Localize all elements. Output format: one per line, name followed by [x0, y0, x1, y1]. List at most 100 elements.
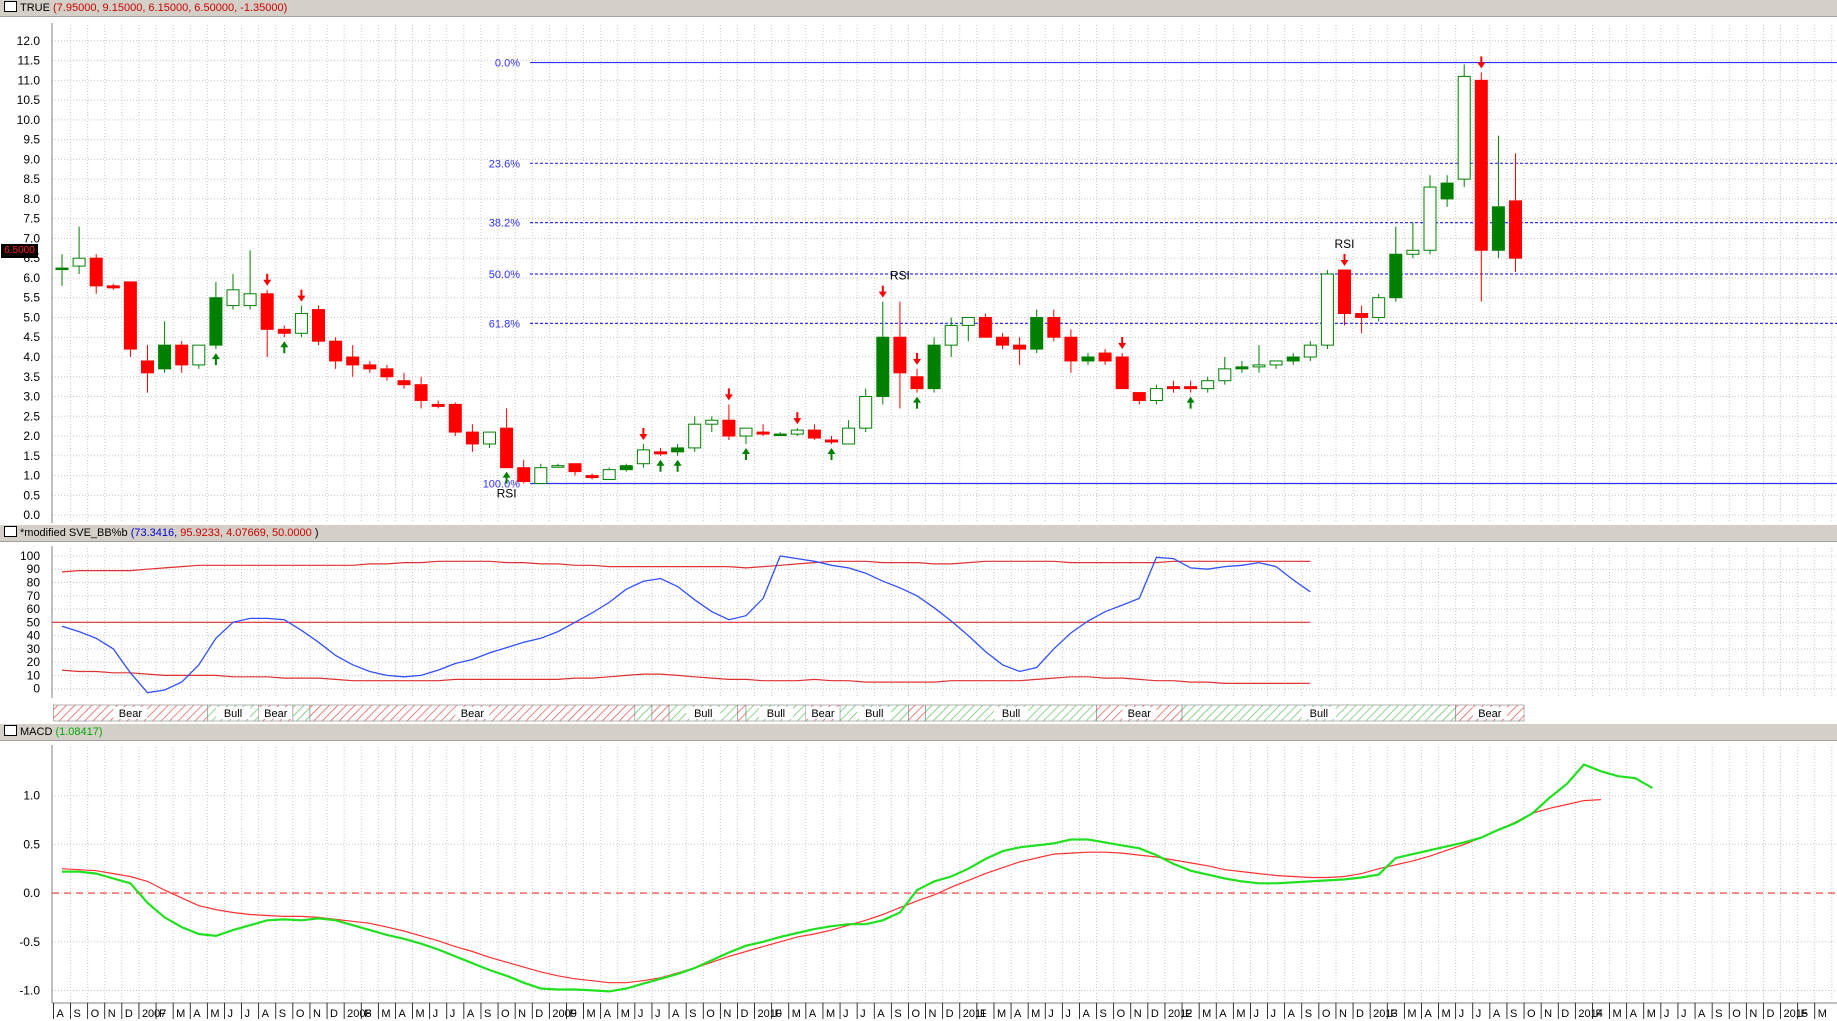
- x-tick-label: A: [604, 1008, 612, 1020]
- y-tick-label: 0.5: [23, 837, 40, 851]
- x-tick-label: A: [877, 1008, 885, 1020]
- bear-candle-body: [175, 344, 189, 366]
- down-arrow-icon: [724, 388, 733, 401]
- sve-chart[interactable]: 1009080706050403020100Bear Bull Bear Bear Bu…: [0, 542, 1837, 724]
- band-label: Bear: [264, 708, 288, 720]
- bear-candle-body: [1509, 200, 1522, 259]
- x-tick-label: J: [843, 1008, 849, 1020]
- y-tick-label: 3.5: [23, 370, 40, 384]
- price-title: TRUE: [20, 2, 50, 14]
- x-tick-label: A: [1630, 1008, 1638, 1020]
- candle: [1372, 293, 1386, 322]
- x-tick-label: J: [638, 1008, 644, 1020]
- down-arrow-icon: [793, 412, 802, 425]
- x-tick-label: J: [1048, 1008, 1054, 1020]
- down-arrow-icon: [878, 285, 887, 298]
- candle: [1030, 309, 1044, 354]
- candle: [722, 404, 736, 440]
- x-tick-label: J: [1681, 1008, 1687, 1020]
- x-tick-label: M: [210, 1008, 219, 1020]
- y-tick-label: 2.0: [23, 429, 40, 443]
- candle: [175, 341, 189, 373]
- bear-candle-body: [260, 293, 274, 330]
- bull-band: [292, 704, 311, 722]
- x-tick-label: D: [125, 1008, 133, 1020]
- candle: [500, 408, 514, 469]
- macd-chart[interactable]: 1.00.50.0-0.5-1.0A S O N D 2007F M A M J J A S O N D 200…: [0, 741, 1837, 1021]
- sve-value-blue: (73.3416,: [130, 527, 178, 539]
- x-tick-label: A: [1424, 1008, 1432, 1020]
- bear-candle-body: [910, 376, 924, 390]
- y-tick-label: 0.5: [23, 488, 40, 502]
- bear-band: [908, 704, 926, 722]
- down-arrow-icon: [1477, 56, 1486, 69]
- candle: [158, 321, 172, 373]
- x-tick-label: J: [1271, 1008, 1277, 1020]
- y-tick-label: 10.5: [17, 93, 41, 107]
- x-tick-label: J: [227, 1008, 233, 1020]
- candle: [807, 424, 821, 440]
- bull-candle-body: [944, 324, 958, 346]
- candle: [773, 432, 787, 437]
- candle: [996, 333, 1009, 350]
- x-tick-label: M: [1613, 1008, 1622, 1020]
- bear-candle-body: [1338, 269, 1351, 315]
- up-arrow-icon: [913, 396, 921, 409]
- x-tick-label: J: [1664, 1008, 1670, 1020]
- y-tick-label: -0.5: [19, 935, 40, 949]
- y-tick-label: 80: [27, 576, 41, 590]
- x-tick-label: D: [946, 1008, 954, 1020]
- sve-value-red: 95.9233, 4.07669, 50.0000: [180, 527, 312, 539]
- x-tick-label: M: [997, 1008, 1006, 1020]
- bull-candle-body: [483, 431, 496, 445]
- candle: [842, 420, 856, 445]
- up-arrow-icon: [211, 353, 220, 366]
- bull-candle-body: [1457, 75, 1471, 180]
- x-tick-label: A: [193, 1008, 201, 1020]
- y-tick-label: 1.5: [23, 449, 40, 463]
- bull-candle-body: [1423, 186, 1437, 251]
- bull-candle-body: [1303, 344, 1317, 358]
- band-label: Bear: [1478, 708, 1502, 720]
- pane-toggle-box[interactable]: [4, 526, 17, 537]
- bull-candle-body: [1269, 360, 1283, 366]
- bull-candle-body: [534, 467, 548, 484]
- candle: [72, 226, 86, 274]
- bull-candle-body: [294, 313, 308, 334]
- bull-candle-body: [1286, 356, 1300, 362]
- candle: [1149, 384, 1163, 405]
- candle: [1474, 72, 1488, 302]
- candle: [483, 431, 496, 448]
- candle: [89, 254, 103, 294]
- candle: [688, 416, 702, 452]
- x-tick-label: A: [262, 1008, 270, 1020]
- candle: [927, 337, 941, 393]
- rsi-label: RSI: [890, 269, 910, 283]
- pane-toggle-box[interactable]: [4, 725, 17, 736]
- candle: [1269, 360, 1283, 369]
- bear-candle-body: [1132, 392, 1146, 401]
- candle: [1064, 329, 1078, 373]
- bull-candle-body: [192, 344, 206, 366]
- bear-band: [651, 704, 670, 722]
- bear-candle-body: [585, 475, 599, 479]
- x-tick-label: S: [74, 1008, 81, 1020]
- candle: [910, 368, 924, 393]
- x-tick-label: S: [1510, 1008, 1517, 1020]
- bear-candle-body: [996, 336, 1009, 346]
- candle: [277, 325, 291, 338]
- candle: [1047, 309, 1061, 342]
- x-tick-label: M: [416, 1008, 425, 1020]
- price-chart[interactable]: 12.011.511.010.510.09.59.08.58.07.57.06.…: [0, 17, 1837, 525]
- pane-toggle-box[interactable]: [4, 1, 17, 12]
- candle: [825, 436, 838, 444]
- x-tick-label: J: [1065, 1008, 1071, 1020]
- x-tick-label: A: [1082, 1008, 1090, 1020]
- candle: [294, 305, 308, 338]
- bull-candle-body: [739, 427, 753, 437]
- y-tick-label: 8.0: [23, 192, 40, 206]
- lower-band-line: [61, 669, 1311, 684]
- bull-candle-body: [1081, 356, 1095, 362]
- x-tick-label: J: [655, 1008, 661, 1020]
- y-tick-label: 7.5: [23, 212, 40, 226]
